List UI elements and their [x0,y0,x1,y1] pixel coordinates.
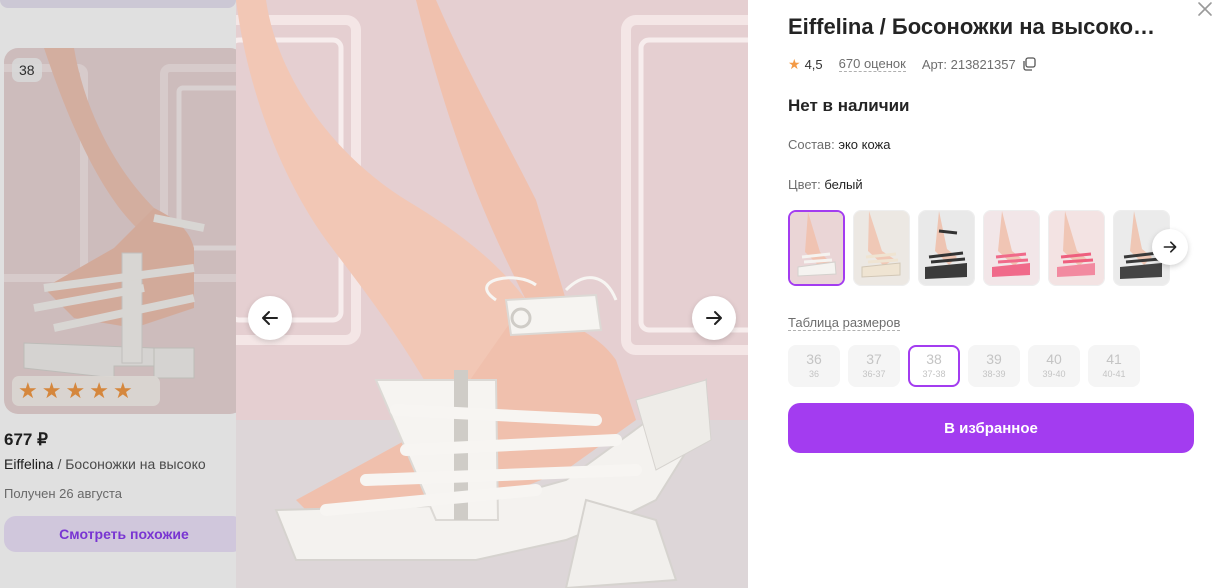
color-swatch-beige[interactable] [853,210,910,286]
size-label: 41 [1106,351,1122,367]
size-ru-label: 37-38 [922,369,946,379]
size-option[interactable]: 36 36 [788,345,840,387]
add-to-favorites-button[interactable]: В избранное [788,403,1194,453]
color-label: Цвет: [788,177,821,192]
size-option-selected[interactable]: 38 37-38 [908,345,960,387]
color-value: белый [824,177,863,192]
size-option[interactable]: 40 39-40 [1028,345,1080,387]
rating-value: 4,5 [804,56,823,72]
star-icon: ★ [788,55,801,72]
product-quick-view-modal: Eiffelina / Босоножки на высоко… ★ 4,5 6… [236,0,1222,588]
reviews-link[interactable]: 670 оценок [838,56,906,72]
stock-status: Нет в наличии [788,96,910,115]
arrow-right-icon [706,311,722,325]
size-option[interactable]: 37 36-37 [848,345,900,387]
size-table-link[interactable]: Таблица размеров [788,315,901,331]
composition-value: эко кожа [838,137,891,152]
product-info-panel: Eiffelina / Босоножки на высоко… ★ 4,5 6… [788,0,1198,588]
color-swatch-pink-light[interactable] [1048,210,1105,286]
overlay-dim[interactable] [0,0,236,588]
color-info: Цвет: белый [788,177,863,192]
composition-label: Состав: [788,137,835,152]
size-ru-label: 36-37 [862,369,886,379]
product-gallery [236,0,748,588]
arrow-left-icon [262,311,278,325]
size-label: 40 [1046,351,1062,367]
arrow-right-icon [1163,241,1177,253]
size-ru-label: 36 [808,369,819,379]
product-title: Eiffelina / Босоножки на высоко… [788,14,1156,39]
color-swatch-pink[interactable] [983,210,1040,286]
size-label: 38 [926,351,942,367]
color-swatch-black[interactable] [918,210,975,286]
gallery-prev-button[interactable] [248,296,292,340]
background-page: 38 ★ ★ ★ ★ ★ 677 ₽ Eiffelina / Босоножки… [0,0,236,588]
gallery-next-button[interactable] [692,296,736,340]
size-ru-label: 40-41 [1102,369,1126,379]
close-icon [1198,2,1212,16]
color-swatch-white[interactable] [788,210,845,286]
size-label: 36 [806,351,822,367]
size-ru-label: 38-39 [982,369,1006,379]
article-text: Арт: 213821357 [921,56,1016,72]
size-label: 39 [986,351,1002,367]
rating-row: ★ 4,5 670 оценок Арт: 213821357 [788,54,1036,74]
composition: Состав: эко кожа [788,137,890,152]
swatches-next-button[interactable] [1152,229,1188,265]
size-option[interactable]: 41 40-41 [1088,345,1140,387]
copy-icon[interactable] [1022,57,1036,71]
size-option[interactable]: 39 38-39 [968,345,1020,387]
size-label: 37 [866,351,882,367]
article-number: Арт: 213821357 [922,57,1036,72]
color-swatches [788,210,1170,286]
size-selector: 36 36 37 36-37 38 37-38 39 38-39 40 39-4… [788,345,1140,387]
product-photo [236,0,748,588]
size-ru-label: 39-40 [1042,369,1066,379]
